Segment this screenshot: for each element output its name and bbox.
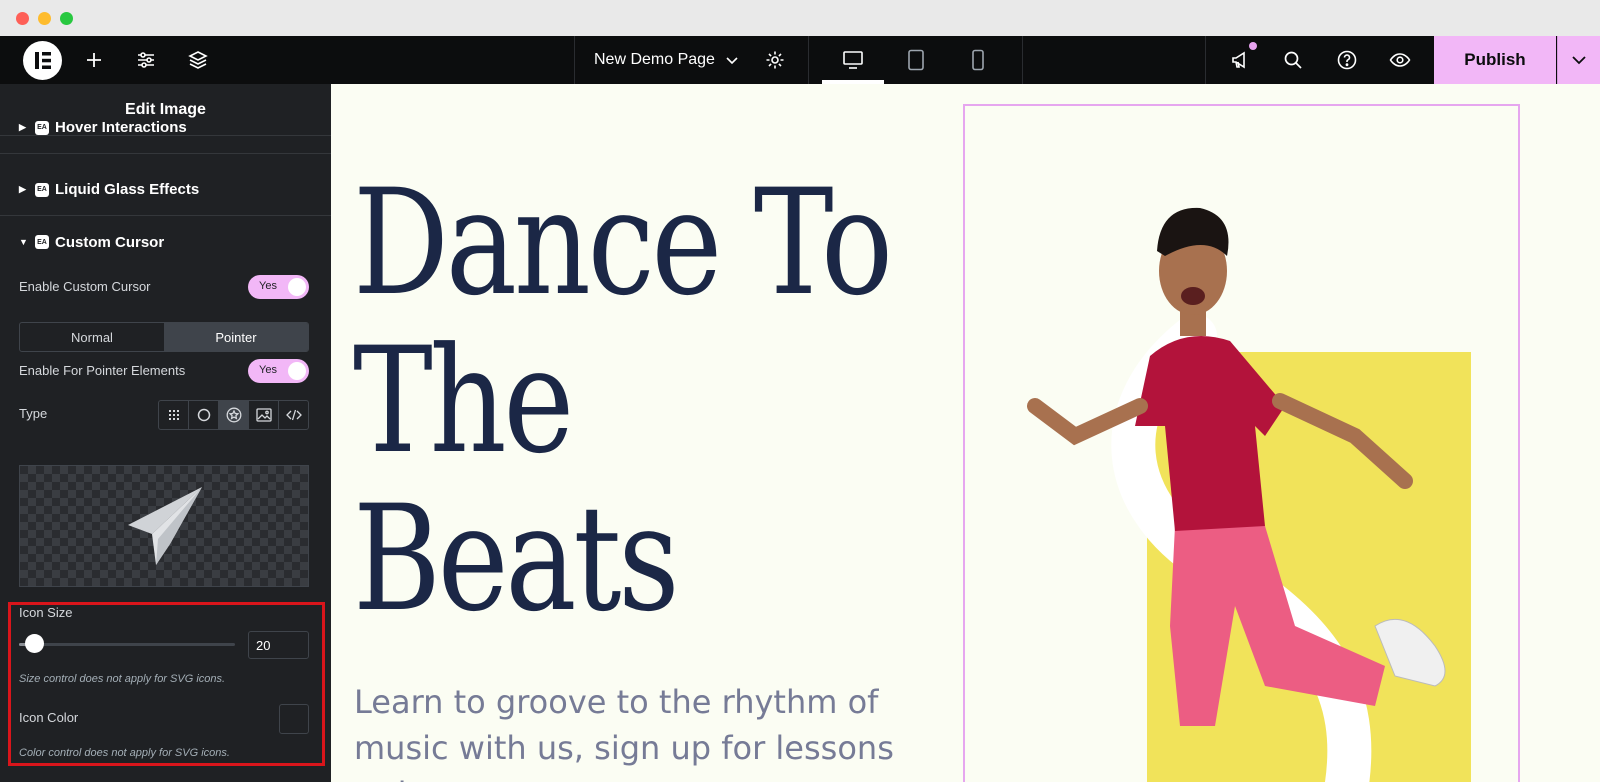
help-icon[interactable] (1331, 36, 1363, 84)
zoom-window-button[interactable] (60, 12, 73, 25)
page-name-dropdown[interactable]: New Demo Page (594, 36, 739, 84)
page-name: New Demo Page (594, 51, 715, 68)
minimize-window-button[interactable] (38, 12, 51, 25)
mode-pointer-button[interactable]: Pointer (164, 323, 308, 351)
icon-color-label: Icon Color (19, 710, 79, 725)
pointer-elements-label: Enable For Pointer Elements (19, 363, 186, 378)
circle-icon[interactable] (189, 401, 219, 429)
grid-icon[interactable] (159, 401, 189, 429)
star-icon[interactable] (219, 401, 249, 429)
close-window-button[interactable] (16, 12, 29, 25)
page-canvas: Dance To The Beats Learn to groove to th… (331, 84, 1600, 782)
image-icon[interactable] (249, 401, 279, 429)
settings-sliders-icon[interactable] (130, 36, 162, 84)
section-label: Liquid Glass Effects (55, 181, 200, 198)
chevron-down-icon (1572, 56, 1586, 65)
notification-dot (1249, 42, 1257, 50)
divider (1205, 36, 1206, 84)
hero-subtext[interactable]: Learn to groove to the rhythm of music w… (354, 679, 944, 782)
dancer-photo[interactable] (963, 104, 1520, 782)
cursor-preview[interactable] (19, 465, 309, 587)
pointer-elements-toggle[interactable]: Yes (248, 359, 309, 383)
editor-panel: ▶ EA Hover Interactions Edit Image ▶ EA … (0, 84, 331, 782)
cursor-type-choices (158, 400, 309, 430)
color-hint: Color control does not apply for SVG ico… (19, 747, 230, 759)
divider (574, 36, 575, 84)
type-label: Type (19, 406, 48, 421)
toggle-value: Yes (259, 280, 277, 292)
caret-down-icon: ▼ (19, 237, 28, 247)
chevron-down-icon (726, 57, 738, 65)
toggle-knob (288, 362, 306, 380)
section-label: Custom Cursor (55, 233, 165, 251)
hero-headline[interactable]: Dance To The Beats (353, 164, 893, 638)
editor-topbar: New Demo Page Publish (0, 36, 1600, 84)
ea-badge-icon: EA (35, 182, 49, 197)
layers-icon[interactable] (182, 36, 214, 84)
icon-size-input[interactable] (248, 631, 309, 659)
publish-button[interactable]: Publish (1434, 36, 1556, 84)
cursor-mode-switch: Normal Pointer (19, 322, 309, 352)
caret-right-icon: ▶ (19, 184, 26, 194)
mode-normal-button[interactable]: Normal (20, 323, 164, 351)
gear-icon[interactable] (759, 36, 791, 84)
toggle-knob (288, 278, 306, 296)
paper-plane-icon (128, 487, 202, 565)
icon-size-label: Icon Size (19, 605, 73, 620)
enable-cursor-toggle[interactable]: Yes (248, 275, 309, 299)
mobile-icon[interactable] (962, 36, 994, 84)
code-icon[interactable] (279, 401, 308, 429)
section-liquid-glass[interactable]: ▶ EA Liquid Glass Effects (0, 164, 331, 216)
panel-title: Edit Image (0, 84, 331, 136)
enable-cursor-label: Enable Custom Cursor (19, 279, 151, 294)
window-titlebar (0, 0, 1600, 36)
divider (808, 36, 809, 84)
desktop-icon[interactable] (822, 36, 884, 84)
section-custom-cursor[interactable]: ▼ EA Custom Cursor (0, 216, 331, 268)
toggle-value: Yes (259, 364, 277, 376)
icon-color-picker[interactable] (279, 704, 309, 734)
eye-icon[interactable] (1384, 36, 1416, 84)
publish-options-button[interactable] (1557, 36, 1600, 84)
dancer-illustration (1027, 207, 1446, 782)
search-icon[interactable] (1277, 36, 1309, 84)
elementor-logo-icon[interactable] (23, 41, 62, 80)
add-icon[interactable] (78, 36, 110, 84)
slider-handle[interactable] (25, 634, 45, 653)
ea-badge-icon: EA (35, 235, 49, 249)
size-hint: Size control does not apply for SVG icon… (19, 673, 226, 685)
icon-size-slider[interactable] (19, 643, 235, 646)
tablet-icon[interactable] (900, 36, 932, 84)
divider (1022, 36, 1023, 84)
